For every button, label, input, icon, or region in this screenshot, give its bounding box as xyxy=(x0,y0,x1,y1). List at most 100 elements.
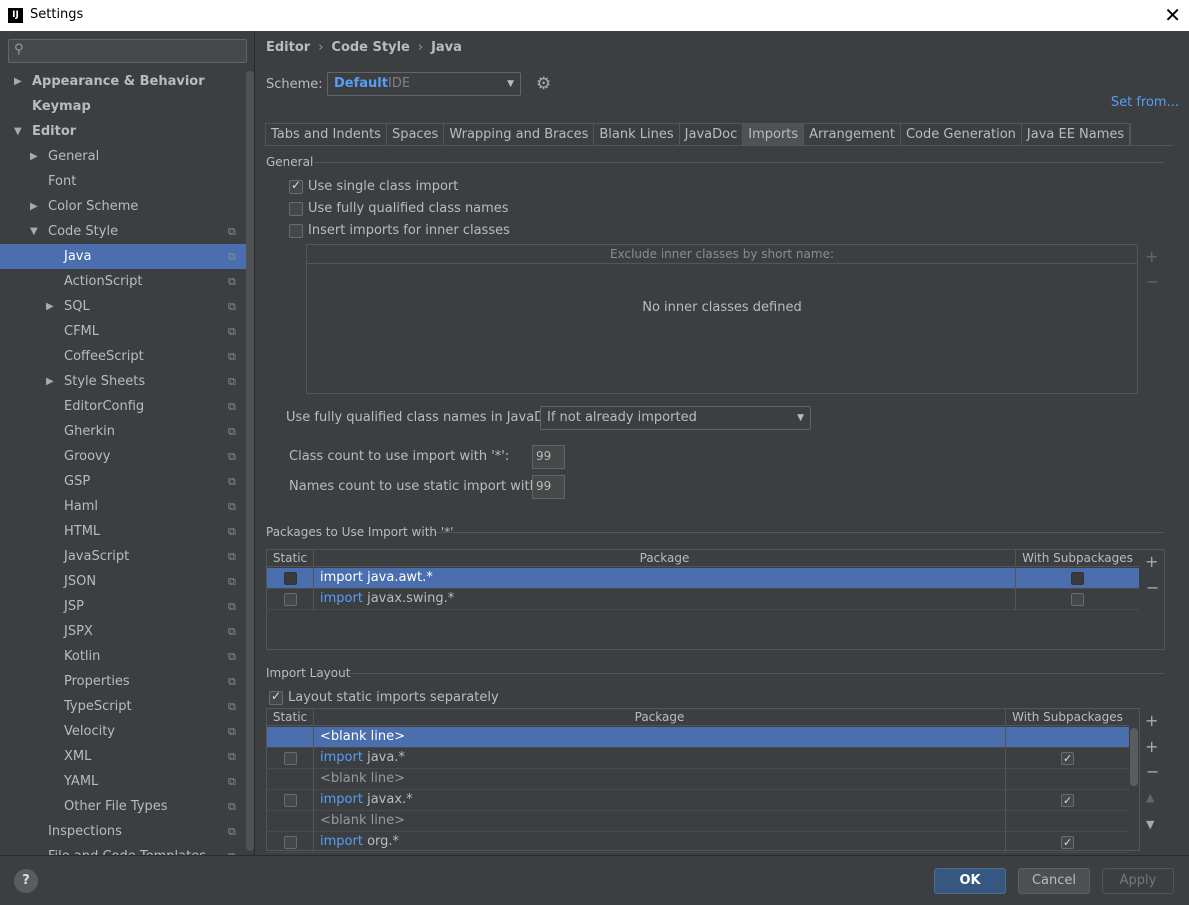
chevron-right-icon[interactable]: ▶ xyxy=(46,294,54,319)
static-checkbox[interactable] xyxy=(284,836,297,849)
static-checkbox[interactable] xyxy=(284,794,297,807)
sidebar-item[interactable]: File and Code Templates ⧉ xyxy=(0,844,246,855)
static-checkbox[interactable] xyxy=(284,572,297,585)
sidebar-item[interactable]: Java ⧉ xyxy=(0,244,246,269)
table-row[interactable]: import javax.* xyxy=(267,790,1129,811)
sidebar-item[interactable]: EditorConfig ⧉ xyxy=(0,394,246,419)
sidebar-item[interactable]: JavaScript ⧉ xyxy=(0,544,246,569)
sidebar-item[interactable]: Velocity ⧉ xyxy=(0,719,246,744)
use-single-class-import-checkbox[interactable] xyxy=(289,178,303,194)
sidebar-item[interactable]: Other File Types ⧉ xyxy=(0,794,246,819)
import-layout-table[interactable]: Static Package With Subpackages <blank l… xyxy=(266,708,1140,853)
chevron-right-icon[interactable]: ▶ xyxy=(30,194,38,219)
add-package-icon[interactable]: + xyxy=(1145,552,1158,571)
chevron-right-icon[interactable]: ▶ xyxy=(46,369,54,394)
sidebar-item[interactable]: Keymap xyxy=(0,94,246,119)
tab-blank-lines[interactable]: Blank Lines xyxy=(594,124,680,145)
tab-arrangement[interactable]: Arrangement xyxy=(804,124,901,145)
packages-table[interactable]: Static Package With Subpackages import j… xyxy=(266,549,1165,650)
sidebar-item[interactable]: ▼ Editor xyxy=(0,119,246,144)
remove-package-icon[interactable]: − xyxy=(1146,578,1159,597)
sidebar-item[interactable]: CFML ⧉ xyxy=(0,319,246,344)
column-header[interactable]: With Subpackages xyxy=(1006,709,1129,726)
sidebar-scrollbar[interactable] xyxy=(246,71,254,851)
table-row[interactable]: <blank line> xyxy=(267,811,1129,832)
chevron-right-icon[interactable]: ▶ xyxy=(14,69,22,94)
tab-wrapping-and-braces[interactable]: Wrapping and Braces xyxy=(444,124,595,145)
subpackages-checkbox[interactable] xyxy=(1071,572,1084,585)
layout-static-separately-option[interactable]: Layout static imports separately xyxy=(269,689,499,705)
sidebar-item[interactable]: ▶ Color Scheme xyxy=(0,194,246,219)
use-fully-qualified-checkbox[interactable] xyxy=(289,201,303,216)
move-down-icon[interactable]: ▼ xyxy=(1146,818,1154,831)
tab-javadoc[interactable]: JavaDoc xyxy=(680,124,744,145)
ok-button[interactable]: OK xyxy=(934,868,1006,894)
column-header[interactable]: Package xyxy=(314,709,1006,726)
sidebar-item[interactable]: Kotlin ⧉ xyxy=(0,644,246,669)
chevron-down-icon[interactable]: ▼ xyxy=(14,119,22,144)
tab-code-generation[interactable]: Code Generation xyxy=(901,124,1022,145)
set-from-link[interactable]: Set from... xyxy=(1111,95,1179,110)
names-count-input[interactable]: 99 xyxy=(532,475,565,499)
cancel-button[interactable]: Cancel xyxy=(1018,868,1090,894)
insert-inner-imports-option[interactable]: Insert imports for inner classes xyxy=(289,223,510,238)
static-checkbox[interactable] xyxy=(284,752,297,765)
sidebar-item[interactable]: Gherkin ⧉ xyxy=(0,419,246,444)
layout-static-separately-checkbox[interactable] xyxy=(269,689,283,705)
table-row[interactable]: <blank line> xyxy=(267,769,1129,790)
move-up-icon[interactable]: ▲ xyxy=(1146,791,1154,804)
sidebar-item[interactable]: XML ⧉ xyxy=(0,744,246,769)
tab-tabs-and-indents[interactable]: Tabs and Indents xyxy=(266,124,387,145)
column-header[interactable]: Package xyxy=(314,550,1016,567)
use-single-class-import-option[interactable]: Use single class import xyxy=(289,178,458,194)
sidebar-item[interactable]: ▼ Code Style ⧉ xyxy=(0,219,246,244)
add-package-icon[interactable]: + xyxy=(1145,711,1158,730)
apply-button[interactable]: Apply xyxy=(1102,868,1174,894)
table-row[interactable]: import javax.swing.* xyxy=(267,589,1139,610)
sidebar-item[interactable]: CoffeeScript ⧉ xyxy=(0,344,246,369)
class-count-input[interactable]: 99 xyxy=(532,445,565,469)
column-header[interactable]: Static xyxy=(267,709,314,726)
chevron-right-icon[interactable]: ▶ xyxy=(30,144,38,169)
sidebar-item[interactable]: ▶ SQL ⧉ xyxy=(0,294,246,319)
add-blank-line-icon[interactable]: + xyxy=(1145,737,1158,756)
subpackages-checkbox[interactable] xyxy=(1061,749,1074,769)
tab-imports[interactable]: Imports xyxy=(743,124,805,145)
sidebar-item[interactable]: GSP ⧉ xyxy=(0,469,246,494)
scheme-dropdown[interactable]: Default IDE ▼ xyxy=(327,72,521,96)
remove-icon[interactable]: − xyxy=(1146,762,1159,781)
sidebar-item[interactable]: HTML ⧉ xyxy=(0,519,246,544)
sidebar-item[interactable]: Groovy ⧉ xyxy=(0,444,246,469)
insert-inner-imports-checkbox[interactable] xyxy=(289,223,303,238)
table-row[interactable]: import org.* xyxy=(267,832,1129,853)
search-input[interactable]: ⚲ xyxy=(8,39,247,63)
table-scrollbar[interactable] xyxy=(1130,728,1138,786)
sidebar-item[interactable]: JSPX ⧉ xyxy=(0,619,246,644)
sidebar-item[interactable]: YAML ⧉ xyxy=(0,769,246,794)
sidebar-item[interactable]: Properties ⧉ xyxy=(0,669,246,694)
tab-java-ee-names[interactable]: Java EE Names xyxy=(1022,124,1131,145)
remove-icon[interactable]: − xyxy=(1146,272,1159,291)
exclude-inner-classes-table[interactable]: Exclude inner classes by short name: No … xyxy=(306,244,1138,394)
sidebar-item[interactable]: ▶ Appearance & Behavior xyxy=(0,69,246,94)
sidebar-item[interactable]: JSON ⧉ xyxy=(0,569,246,594)
close-icon[interactable]: ✕ xyxy=(1164,3,1181,27)
sidebar-item[interactable]: Haml ⧉ xyxy=(0,494,246,519)
gear-icon[interactable]: ⚙ xyxy=(536,74,551,94)
breadcrumb-item[interactable]: Code Style xyxy=(331,40,409,55)
sidebar-item[interactable]: ▶ General xyxy=(0,144,246,169)
chevron-down-icon[interactable]: ▼ xyxy=(30,219,38,244)
add-icon[interactable]: + xyxy=(1145,247,1158,266)
table-row[interactable]: import java.* xyxy=(267,748,1129,769)
help-button[interactable]: ? xyxy=(14,869,38,893)
sidebar-item[interactable]: Font xyxy=(0,169,246,194)
table-row[interactable]: import java.awt.* xyxy=(267,568,1139,589)
sidebar-item[interactable]: TypeScript ⧉ xyxy=(0,694,246,719)
tab-spaces[interactable]: Spaces xyxy=(387,124,445,145)
subpackages-checkbox[interactable] xyxy=(1061,833,1074,853)
subpackages-checkbox[interactable] xyxy=(1061,791,1074,811)
sidebar-item[interactable]: ActionScript ⧉ xyxy=(0,269,246,294)
use-fully-qualified-option[interactable]: Use fully qualified class names xyxy=(289,201,509,216)
static-checkbox[interactable] xyxy=(284,593,297,606)
table-row[interactable]: <blank line> xyxy=(267,727,1129,748)
